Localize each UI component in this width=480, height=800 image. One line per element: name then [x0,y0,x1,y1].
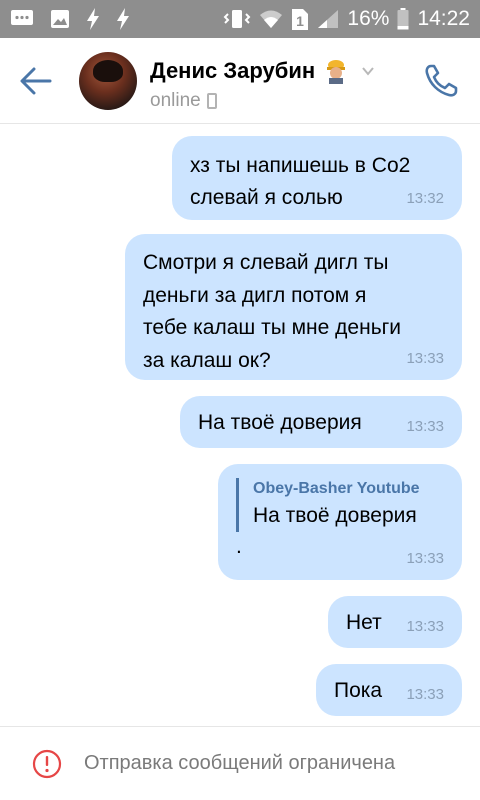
image-icon [50,9,70,29]
message-bubble[interactable]: хз ты напишешь в Со2 слевай я солью 13:3… [172,136,462,220]
message-list[interactable]: хз ты напишешь в Со2 слевай я солью 13:3… [0,124,480,720]
message-time: 13:33 [406,417,444,435]
call-button[interactable] [422,62,460,100]
sim-icon: 1 [291,7,309,31]
status-bar: 1 16% 14:22 [0,0,480,38]
message-time: 13:33 [406,685,444,703]
phone-icon [425,64,458,97]
arrow-left-icon [20,67,52,95]
contact-name: Денис Зарубин [150,58,316,83]
message-bubble[interactable]: Obey-Basher Youtube На твоё доверия . 13… [218,464,462,580]
wifi-icon [259,9,283,29]
bolt-icon [116,8,130,30]
reply-quote[interactable]: Obey-Basher Youtube На твоё доверия [236,478,444,532]
contact-title[interactable]: Денис Зарубин [150,58,375,84]
mobile-device-icon [206,93,217,109]
message-text: Смотри я слевай дигл ты деньги за дигл п… [143,251,402,372]
bolt-icon [86,8,100,30]
message-icon [10,9,34,29]
message-bubble[interactable]: На твоё доверия 13:33 [180,396,462,448]
battery-percent: 16% [347,7,390,30]
signal-icon [317,9,339,29]
message-bubble[interactable]: Нет 13:33 [328,596,462,648]
quote-author: Obey-Basher Youtube [253,480,420,497]
worker-emoji-icon [323,58,349,84]
presence-row: online [150,90,217,112]
chevron-down-icon [362,67,374,76]
message-bubble[interactable]: Пока 13:33 [316,664,462,716]
chat-header: Денис Зарубин online [0,38,480,124]
warning-icon [32,749,62,778]
vibrate-icon [223,8,251,30]
message-time: 13:33 [406,549,444,567]
message-time: 13:33 [406,617,444,635]
message-bubble[interactable]: Смотри я слевай дигл ты деньги за дигл п… [125,234,462,380]
avatar[interactable] [79,52,137,110]
message-time: 13:33 [406,349,444,367]
svg-text:1: 1 [297,13,305,29]
presence-status: online [150,90,201,111]
battery-icon [397,8,409,30]
restriction-banner: Отправка сообщений ограничена [0,726,480,800]
back-button[interactable] [20,66,52,96]
clock: 14:22 [417,7,470,30]
quote-text: На твоё доверия [253,504,417,528]
message-time: 13:32 [406,189,444,207]
restriction-notice: Отправка сообщений ограничена [84,752,396,774]
